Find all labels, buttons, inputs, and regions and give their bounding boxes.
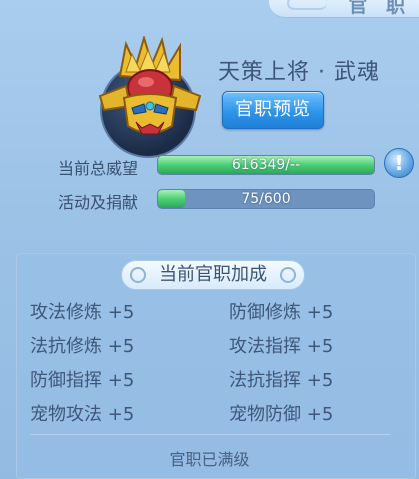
window-title: 官 职	[348, 0, 411, 17]
bonus-item: 攻法指挥 +5	[229, 336, 334, 357]
bonus-item: 攻法修炼 +5	[30, 302, 135, 323]
right-swirl-icon	[280, 267, 296, 283]
divider	[30, 434, 390, 435]
bonus-item: 防御指挥 +5	[30, 370, 135, 391]
bonus-item: 宠物攻法 +5	[30, 404, 135, 425]
rank-bonus-title-text: 当前官职加成	[159, 264, 267, 285]
cloud-swirl-icon	[287, 0, 327, 10]
rank-maxed-text: 官职已满级	[169, 450, 250, 469]
rank-emblem	[96, 36, 204, 158]
prestige-label: 当前总威望	[58, 159, 139, 178]
exclamation-info-icon[interactable]: !	[384, 148, 414, 178]
activity-donation-label: 活动及捐献	[58, 193, 139, 212]
activity-donation-value: 75/600	[241, 191, 291, 207]
bonus-item: 防御修炼 +5	[229, 302, 334, 323]
activity-donation-bar: 75/600	[157, 189, 375, 209]
bonus-item: 宠物防御 +5	[229, 404, 334, 425]
bonus-item: 法抗指挥 +5	[229, 370, 334, 391]
rank-bonus-title: 当前官职加成	[121, 260, 305, 290]
rank-preview-button[interactable]: 官职预览	[222, 91, 324, 129]
golden-helmet-emblem-icon	[98, 36, 202, 135]
bonus-item: 法抗修炼 +5	[30, 336, 135, 357]
rank-name: 天策上将 · 武魂	[218, 60, 380, 85]
prestige-value: 616349/--	[231, 157, 301, 173]
window-title-banner: 官 职	[269, 0, 419, 18]
left-swirl-icon	[130, 267, 146, 283]
prestige-bar: 616349/--	[157, 155, 375, 175]
